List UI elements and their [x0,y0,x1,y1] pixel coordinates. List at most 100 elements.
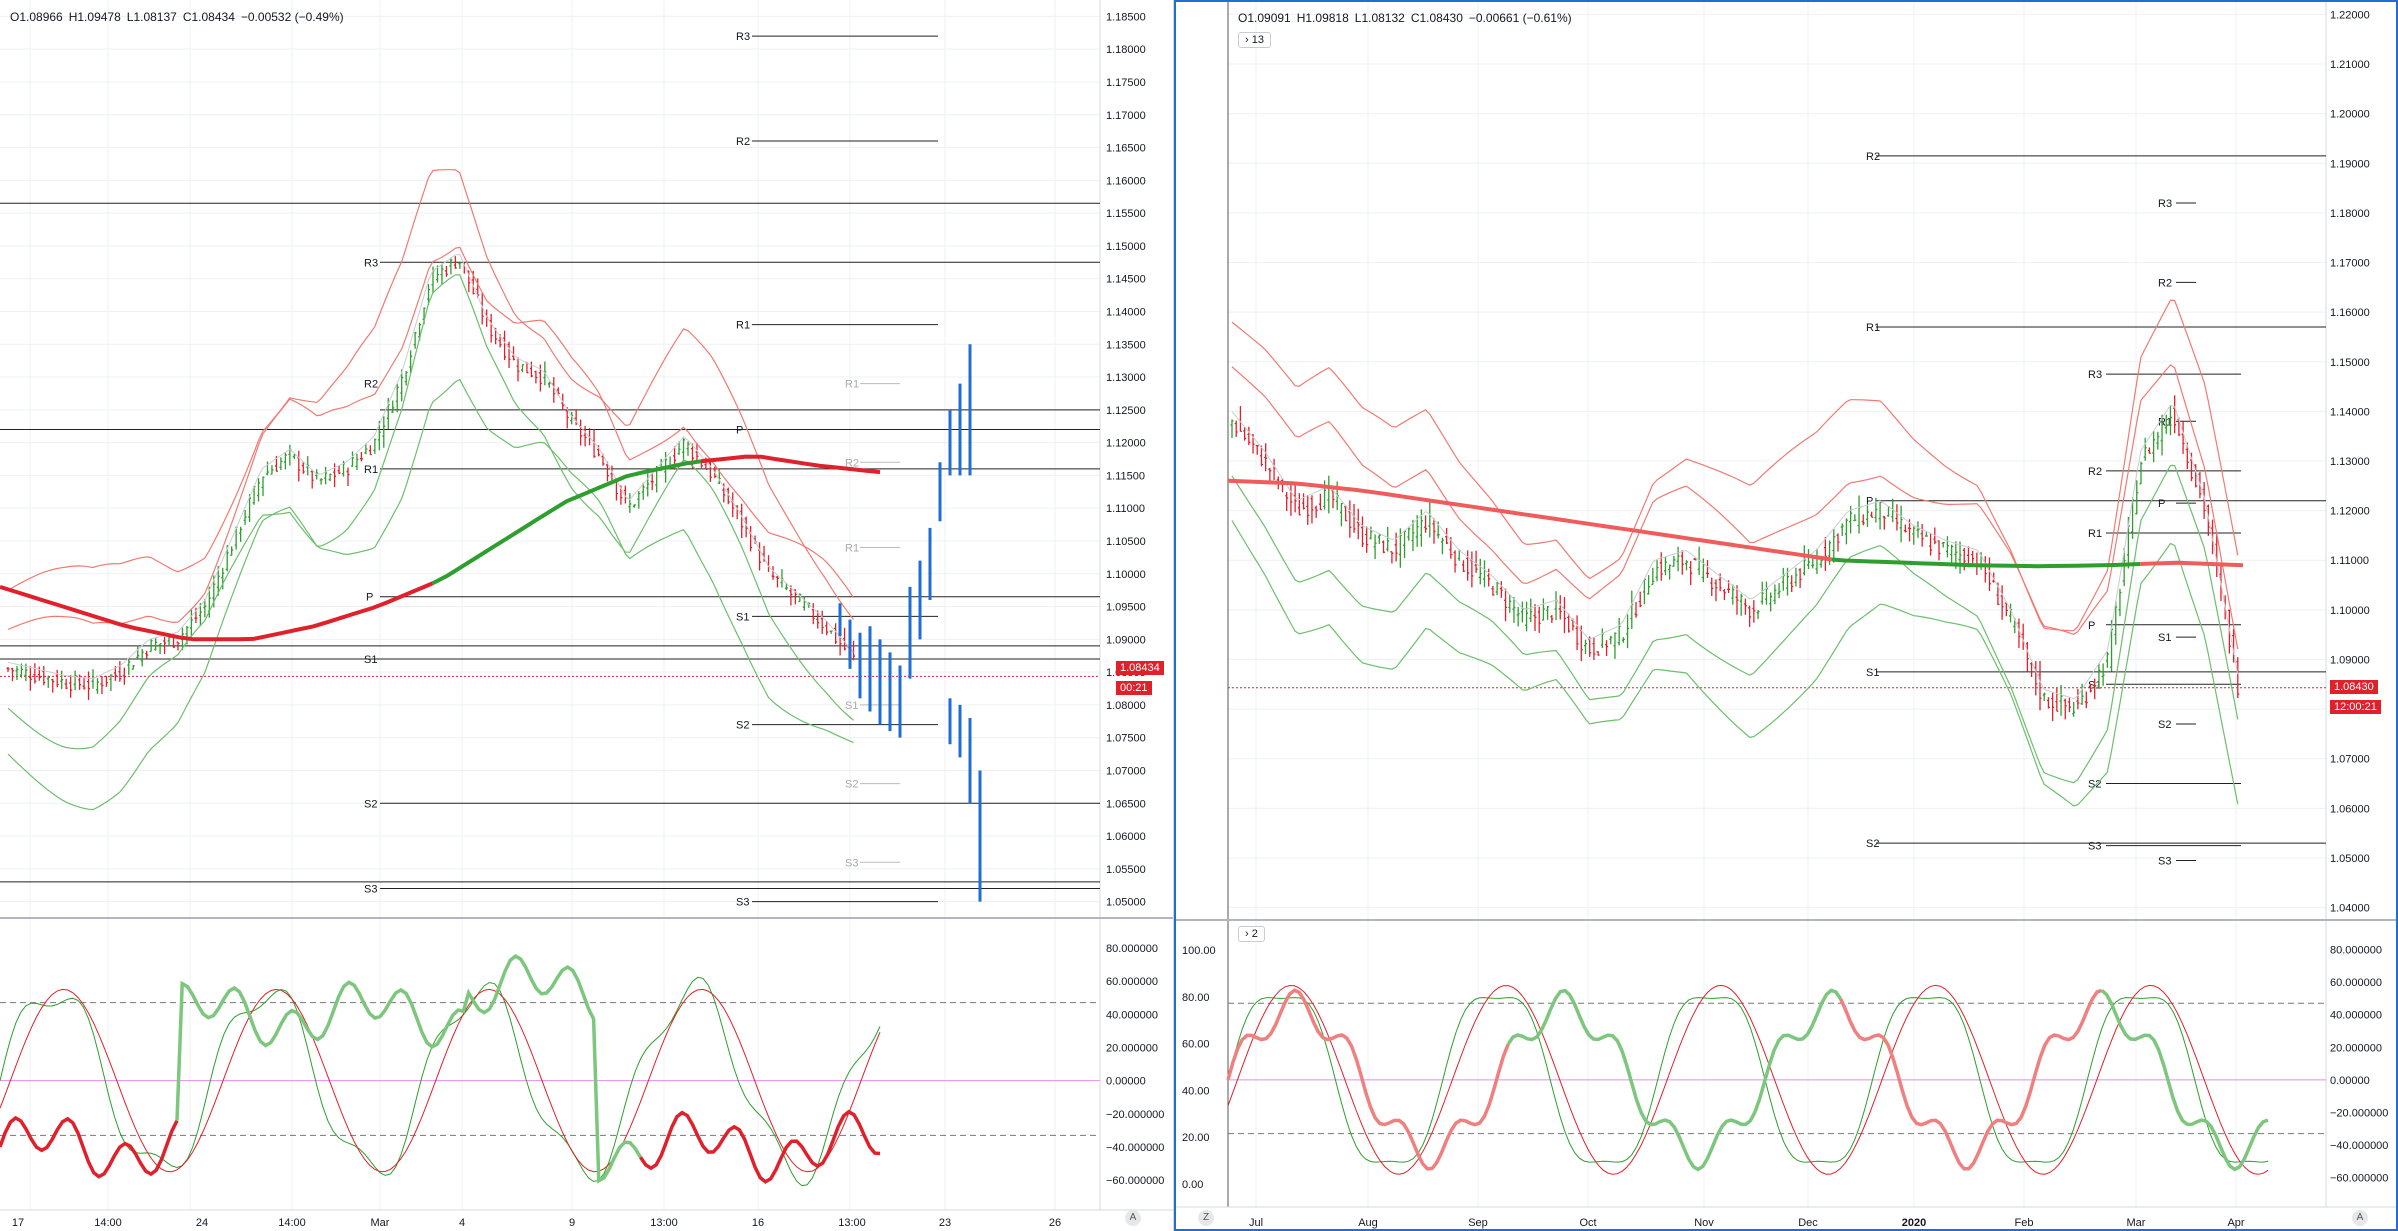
right-indicators-toggle[interactable]: › 13 [1238,32,1271,48]
right-osc-indicators-toggle[interactable]: › 2 [1238,926,1265,942]
left-pivot-label: S2 [364,798,377,810]
left-time-label: 23 [939,1217,951,1229]
left-pivot-label: R1 [364,464,378,476]
right-ohlc-change: −0.00661 (−0.61%) [1468,11,1572,25]
right-osc-tick: −60.000000 [2330,1173,2388,1185]
right-lower-band-1 [1231,464,2239,784]
right-chart-canvas[interactable]: 1.22000 1.21000 1.20000 1.19000 1.18000 1.170… [1176,2,2396,1229]
right-price-tick: 1.09000 [2330,654,2370,666]
right-price-tick: 1.15000 [2330,357,2370,369]
left-faded-pivot-label: S3 [845,857,858,869]
right-osc-left-tick: 0.00 [1182,1179,1203,1191]
left-price-tick: 1.09500 [1106,602,1146,614]
left-pivot-label: P [736,424,743,436]
right-osc-tick: 40.000000 [2330,1010,2382,1022]
right-time-label: Dec [1798,1217,1818,1229]
right-time-label: Sep [1468,1217,1488,1229]
left-price-tick: 1.08000 [1106,700,1146,712]
right-time-label: Apr [2227,1217,2244,1229]
left-faded-pivot-label: S1 [845,700,858,712]
right-price-tick: 1.16000 [2330,307,2370,319]
left-osc-tick: 20.000000 [1106,1042,1158,1054]
right-osc-tick: 80.000000 [2330,945,2382,957]
left-price-tick: 1.05000 [1106,897,1146,909]
right-indicator-count: 13 [1251,34,1264,46]
right-ohlc-low: L1.08132 [1354,11,1405,25]
right-log-scale-button[interactable]: Z [1198,1210,1214,1226]
left-time-label: 26 [1049,1217,1061,1229]
left-time-label: Mar [371,1217,390,1229]
left-price-tick: 1.12000 [1106,438,1146,450]
right-osc-left-tick: 100.00 [1182,945,1216,957]
left-price-tick: 1.16000 [1106,175,1146,187]
right-lower-band-2 [1231,520,2239,807]
left-price-tick: 1.12500 [1106,405,1146,417]
left-price-tick: 1.10500 [1106,536,1146,548]
right-pivot-label: S3 [2088,841,2101,853]
right-pivot-label: P [2158,498,2165,510]
left-osc-thick-red [0,1115,179,1179]
left-ohlc-low: L1.08137 [126,10,177,24]
right-pivot-label: R3 [2088,369,2102,381]
left-osc-tick: −20.000000 [1106,1109,1164,1121]
left-price-badge: 1.08434 [1116,661,1164,675]
left-pivot-label: S3 [736,897,749,909]
left-pivot-label: R3 [364,257,378,269]
left-auto-scale-button[interactable]: A [1125,1210,1141,1226]
left-time-label: 9 [569,1217,575,1229]
right-osc-tick: 60.000000 [2330,977,2382,989]
left-price-tick: 1.11000 [1106,503,1145,515]
right-osc-left-tick: 40.00 [1182,1085,1210,1097]
left-time-label: 14:00 [94,1217,122,1229]
right-time-label: Aug [1358,1217,1378,1229]
right-chart-pane[interactable]: 1.22000 1.21000 1.20000 1.19000 1.18000 1.170… [1174,0,2398,1231]
left-price-tick: 1.07500 [1106,733,1146,745]
left-price-tick: 1.05500 [1106,864,1146,876]
left-time-label: 4 [459,1217,465,1229]
left-upper-band-1 [7,246,855,631]
left-chart-canvas[interactable]: 1.18500 1.18000 1.17500 1.17000 1.16500 1.160… [0,0,1173,1231]
chevron-right-icon: › [1245,928,1249,940]
left-pivot-label: R3 [736,31,750,43]
right-osc-tick: 20.000000 [2330,1042,2382,1054]
right-pivot-label: R2 [1866,151,1880,163]
left-price-tick: 1.13000 [1106,372,1146,384]
right-osc-tick: 0.00000 [2330,1075,2370,1087]
right-auto-scale-button[interactable]: A [2352,1210,2368,1226]
left-price-tick: 1.09000 [1106,634,1146,646]
right-pivot-label: R1 [2088,528,2102,540]
right-price-tick: 1.14000 [2330,406,2370,418]
right-price-tick: 1.19000 [2330,158,2370,170]
right-price-tick: 1.04000 [2330,903,2370,915]
left-price-tick: 1.16500 [1106,143,1146,155]
left-mid-grey-line [7,253,854,680]
right-price-tick: 1.12000 [2330,506,2370,518]
left-time-label: 24 [196,1217,208,1229]
left-price-tick: 1.18500 [1106,11,1146,23]
left-faded-pivot-label: R1 [845,379,859,391]
right-ohlc-open: O1.09091 [1238,11,1291,25]
left-price-tick: 1.06500 [1106,798,1146,810]
left-time-label: 16 [752,1217,764,1229]
right-time-label: Jul [1249,1217,1263,1229]
left-osc-tick: 0.00000 [1106,1076,1146,1088]
left-ohlc-legend: O1.08966 H1.09478 L1.08137 C1.08434 −0.00532… [10,10,350,24]
right-price-tick: 1.13000 [2330,456,2370,468]
right-osc-tick: −40.000000 [2330,1140,2388,1152]
left-pivot-label: P [366,592,373,604]
right-ma-red-segment [1227,478,1833,562]
right-timer-badge: 12:00:21 [2330,700,2381,714]
right-osc-left-tick: 80.00 [1182,992,1210,1004]
right-ohlc-legend: O1.09091 H1.09818 L1.08132 C1.08430 −0.00661… [1238,11,1578,25]
left-faded-pivot-label: R1 [845,543,859,555]
right-price-tick: 1.06000 [2330,803,2370,815]
left-osc-thick-green [175,953,643,1184]
right-pivot-label: S1 [1866,667,1879,679]
left-chart-pane[interactable]: 1.18500 1.18000 1.17500 1.17000 1.16500 1.160… [0,0,1174,1231]
right-pivot-label: R2 [2088,466,2102,478]
left-price-tick: 1.06000 [1106,831,1146,843]
left-price-tick: 1.13500 [1106,339,1146,351]
left-price-tick: 1.07000 [1106,765,1146,777]
left-time-label: 17 [12,1217,24,1229]
left-price-tick: 1.14500 [1106,274,1146,286]
